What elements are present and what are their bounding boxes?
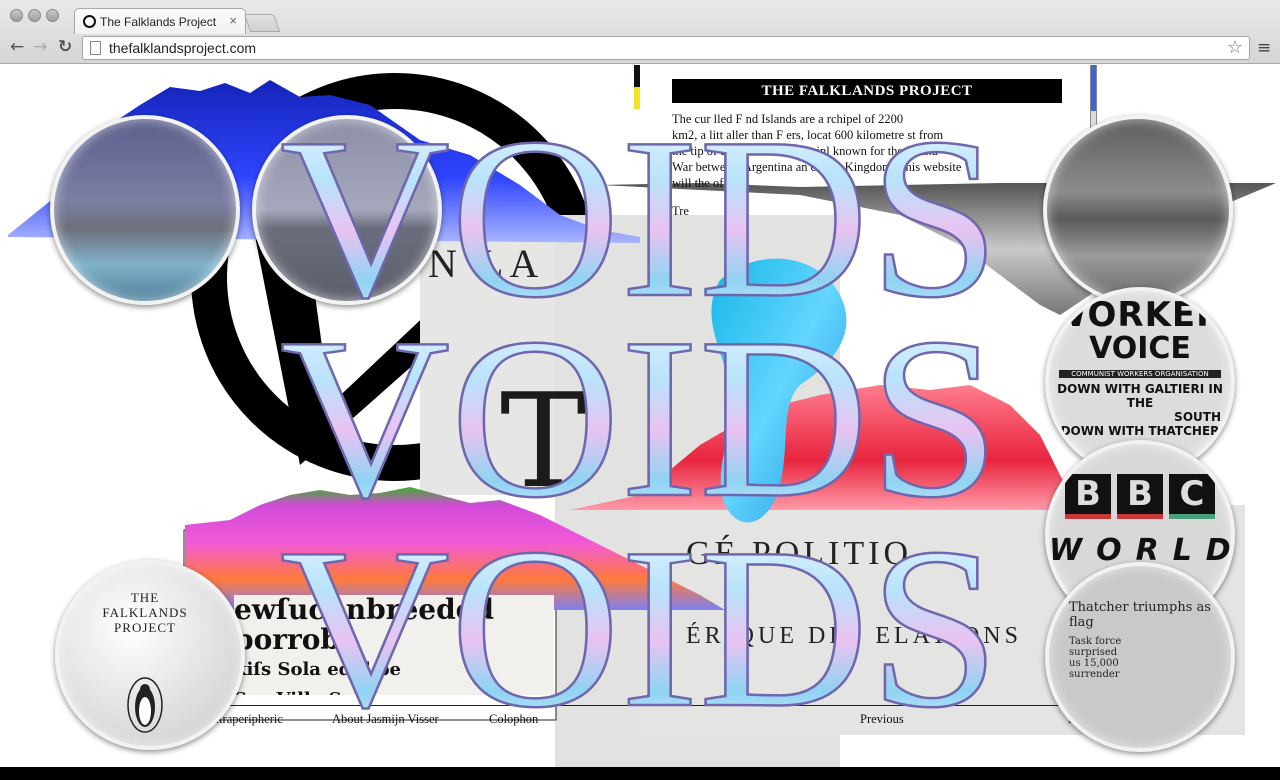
- newspaper-text: DOWN WITH THATCHER: [1060, 424, 1220, 438]
- newspaper-headline: VOICE: [1089, 331, 1191, 366]
- bbc-logo: B B C: [1049, 474, 1231, 519]
- article-line: the tip of S America. The mainl known fo…: [672, 144, 938, 158]
- article: THE FALKLANDS PROJECT The cur lled F nd …: [672, 79, 1062, 219]
- article-line: will the of the: [672, 176, 742, 190]
- project-logo[interactable]: THE FALKLANDS PROJECT: [70, 590, 220, 750]
- geopolitique-scan: GÉ POLITIQ ÉRIQUE DES ELATIONS: [686, 535, 1056, 705]
- landscape-photo-circle[interactable]: [252, 115, 442, 305]
- newspaper-text: SOUTH: [1174, 410, 1221, 424]
- back-arrow-icon[interactable]: ←: [10, 37, 24, 57]
- forward-arrow-icon[interactable]: →: [33, 37, 47, 57]
- nav-link-about[interactable]: About Jasmijn Visser: [332, 712, 439, 727]
- clipping-headline: Thatcher triumphs as flag: [1069, 600, 1211, 630]
- newsprint-line: ewſucl nbreedod porrob: [234, 595, 494, 656]
- tab-close-icon[interactable]: ×: [229, 13, 237, 28]
- article-fragment: Tre: [672, 204, 689, 218]
- footer-nav: The Ultraperipheric About Jasmijn Visser…: [184, 705, 1096, 726]
- newspaper-clipping-circle[interactable]: Thatcher triumphs as flag Task force sur…: [1045, 562, 1235, 752]
- logo-line: FALKLANDS: [102, 605, 188, 620]
- zoom-window-button[interactable]: [46, 9, 59, 22]
- tab-title: The Falklands Project: [100, 15, 217, 29]
- bottom-bar: [0, 767, 1280, 780]
- blackletter-newsprint: ewſucl nbreedod porrob kiſs Sola edid pe…: [234, 595, 554, 695]
- logo-line: PROJECT: [114, 620, 176, 635]
- penguin-icon: [127, 677, 163, 733]
- scan-line: GÉ POLITIQ: [686, 535, 913, 572]
- bookmark-star-icon[interactable]: ☆: [1227, 37, 1243, 58]
- site-favicon-icon: [83, 15, 96, 28]
- scan-big-letter: T: [500, 365, 587, 517]
- page-icon: [90, 41, 101, 55]
- bbc-letter: B: [1117, 474, 1163, 519]
- newspaper-text: DOWN WITH GALTIERI IN THE: [1057, 382, 1223, 410]
- clipping-text: Task force surprised us 15,000 surrender: [1069, 636, 1122, 680]
- address-bar[interactable]: thefalklandsproject.com ☆: [82, 36, 1250, 60]
- menu-icon[interactable]: ≡: [1257, 38, 1271, 58]
- nav-link-colophon[interactable]: Colophon: [489, 712, 538, 727]
- landscape-photo-circle[interactable]: [50, 115, 240, 305]
- bbc-letter: C: [1169, 474, 1215, 519]
- new-tab-button[interactable]: [243, 14, 281, 32]
- browser-tab[interactable]: The Falklands Project ×: [74, 8, 246, 34]
- bbc-letter: B: [1065, 474, 1111, 519]
- scan-line: ÉRIQUE DES ELATIONS: [686, 623, 1022, 649]
- logo-line: THE: [130, 590, 160, 605]
- previous-link[interactable]: Previous: [860, 712, 904, 727]
- web-page: THE FALKLANDS PROJECT The cur lled F nd …: [0, 65, 1280, 767]
- close-window-button[interactable]: [10, 9, 23, 22]
- article-line: The cur lled F nd Islands are a rchipel …: [672, 112, 904, 126]
- url-text[interactable]: thefalklandsproject.com: [109, 40, 256, 56]
- sea-photo-circle[interactable]: [1043, 115, 1233, 305]
- article-line: War betwe he Argentina an e Unit Kingdom…: [672, 160, 962, 174]
- scan-fragment: N LA: [428, 241, 545, 286]
- reload-icon[interactable]: ↻: [58, 37, 72, 57]
- minimize-window-button[interactable]: [28, 9, 41, 22]
- newsprint-line: kiſs Sola edid pe: [234, 659, 401, 680]
- newsprint-line: Saa Villa Sola: [234, 685, 554, 695]
- article-line: km2, a litt aller than F ers, locat 600 …: [672, 128, 944, 142]
- newspaper-subhead: COMMUNIST WORKERS ORGANISATION: [1059, 370, 1221, 378]
- browser-chrome: The Falklands Project × ← → ↻ thefalklan…: [0, 0, 1280, 64]
- article-heading: THE FALKLANDS PROJECT: [672, 79, 1062, 103]
